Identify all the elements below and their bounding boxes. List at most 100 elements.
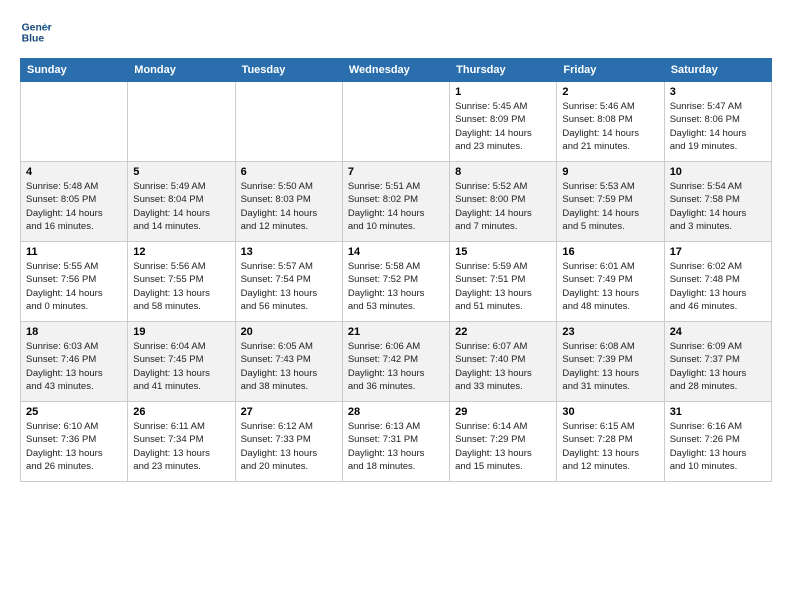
- day-info: Sunrise: 5:54 AM Sunset: 7:58 PM Dayligh…: [670, 180, 766, 233]
- day-number: 24: [670, 326, 766, 338]
- calendar-week-2: 4 Sunrise: 5:48 AM Sunset: 8:05 PM Daylig…: [21, 162, 772, 242]
- day-number: 8: [455, 166, 551, 178]
- calendar-cell: 4 Sunrise: 5:48 AM Sunset: 8:05 PM Daylig…: [21, 162, 128, 242]
- day-number: 21: [348, 326, 444, 338]
- day-info: Sunrise: 6:01 AM Sunset: 7:49 PM Dayligh…: [562, 260, 658, 313]
- calendar-cell: 7 Sunrise: 5:51 AM Sunset: 8:02 PM Daylig…: [342, 162, 449, 242]
- calendar-cell: 5Sunrise: 5:49 AM Sunset: 8:04 PM Daylig…: [128, 162, 235, 242]
- day-info: Sunrise: 6:06 AM Sunset: 7:42 PM Dayligh…: [348, 340, 444, 393]
- day-number: 7: [348, 166, 444, 178]
- calendar-week-4: 18 Sunrise: 6:03 AM Sunset: 7:46 PM Dayli…: [21, 322, 772, 402]
- day-number: 27: [241, 406, 337, 418]
- calendar-cell: [235, 82, 342, 162]
- day-number: 22: [455, 326, 551, 338]
- header-day-saturday: Saturday: [664, 59, 771, 82]
- calendar-header-row: SundayMondayTuesdayWednesdayThursdayFrid…: [21, 59, 772, 82]
- header-day-friday: Friday: [557, 59, 664, 82]
- calendar-cell: 8 Sunrise: 5:52 AM Sunset: 8:00 PM Daylig…: [450, 162, 557, 242]
- day-number: 25: [26, 406, 122, 418]
- calendar-cell: [21, 82, 128, 162]
- page-header: General Blue: [20, 16, 772, 48]
- day-info: Sunrise: 5:48 AM Sunset: 8:05 PM Dayligh…: [26, 180, 122, 233]
- day-number: 19: [133, 326, 229, 338]
- calendar-cell: 11Sunrise: 5:55 AM Sunset: 7:56 PM Dayli…: [21, 242, 128, 322]
- calendar-cell: 13 Sunrise: 5:57 AM Sunset: 7:54 PM Dayli…: [235, 242, 342, 322]
- day-number: 1: [455, 86, 551, 98]
- day-info: Sunrise: 6:11 AM Sunset: 7:34 PM Dayligh…: [133, 420, 229, 473]
- calendar-cell: 23 Sunrise: 6:08 AM Sunset: 7:39 PM Dayli…: [557, 322, 664, 402]
- svg-text:Blue: Blue: [22, 34, 45, 45]
- header-day-tuesday: Tuesday: [235, 59, 342, 82]
- calendar-cell: 29 Sunrise: 6:14 AM Sunset: 7:29 PM Dayli…: [450, 402, 557, 482]
- day-info: Sunrise: 6:13 AM Sunset: 7:31 PM Dayligh…: [348, 420, 444, 473]
- day-number: 13: [241, 246, 337, 258]
- calendar-table: SundayMondayTuesdayWednesdayThursdayFrid…: [20, 58, 772, 482]
- calendar-cell: 31Sunrise: 6:16 AM Sunset: 7:26 PM Dayli…: [664, 402, 771, 482]
- logo-icon: General Blue: [20, 16, 52, 48]
- day-info: Sunrise: 5:51 AM Sunset: 8:02 PM Dayligh…: [348, 180, 444, 233]
- day-info: Sunrise: 5:50 AM Sunset: 8:03 PM Dayligh…: [241, 180, 337, 233]
- header-day-thursday: Thursday: [450, 59, 557, 82]
- day-info: Sunrise: 6:14 AM Sunset: 7:29 PM Dayligh…: [455, 420, 551, 473]
- day-number: 16: [562, 246, 658, 258]
- day-info: Sunrise: 6:15 AM Sunset: 7:28 PM Dayligh…: [562, 420, 658, 473]
- calendar-cell: 9 Sunrise: 5:53 AM Sunset: 7:59 PM Daylig…: [557, 162, 664, 242]
- day-number: 18: [26, 326, 122, 338]
- day-info: Sunrise: 5:57 AM Sunset: 7:54 PM Dayligh…: [241, 260, 337, 313]
- calendar-week-3: 11Sunrise: 5:55 AM Sunset: 7:56 PM Dayli…: [21, 242, 772, 322]
- calendar-cell: 24Sunrise: 6:09 AM Sunset: 7:37 PM Dayli…: [664, 322, 771, 402]
- calendar-cell: 18 Sunrise: 6:03 AM Sunset: 7:46 PM Dayli…: [21, 322, 128, 402]
- day-number: 23: [562, 326, 658, 338]
- day-info: Sunrise: 5:56 AM Sunset: 7:55 PM Dayligh…: [133, 260, 229, 313]
- day-info: Sunrise: 5:58 AM Sunset: 7:52 PM Dayligh…: [348, 260, 444, 313]
- day-info: Sunrise: 5:52 AM Sunset: 8:00 PM Dayligh…: [455, 180, 551, 233]
- calendar-cell: [128, 82, 235, 162]
- calendar-cell: 10 Sunrise: 5:54 AM Sunset: 7:58 PM Dayli…: [664, 162, 771, 242]
- calendar-cell: 17 Sunrise: 6:02 AM Sunset: 7:48 PM Dayli…: [664, 242, 771, 322]
- day-info: Sunrise: 5:53 AM Sunset: 7:59 PM Dayligh…: [562, 180, 658, 233]
- day-number: 5: [133, 166, 229, 178]
- calendar-cell: 3Sunrise: 5:47 AM Sunset: 8:06 PM Daylig…: [664, 82, 771, 162]
- calendar-cell: 25Sunrise: 6:10 AM Sunset: 7:36 PM Dayli…: [21, 402, 128, 482]
- day-number: 15: [455, 246, 551, 258]
- day-number: 9: [562, 166, 658, 178]
- calendar-cell: 14 Sunrise: 5:58 AM Sunset: 7:52 PM Dayli…: [342, 242, 449, 322]
- calendar-cell: 15 Sunrise: 5:59 AM Sunset: 7:51 PM Dayli…: [450, 242, 557, 322]
- calendar-cell: 21 Sunrise: 6:06 AM Sunset: 7:42 PM Dayli…: [342, 322, 449, 402]
- calendar-cell: 26 Sunrise: 6:11 AM Sunset: 7:34 PM Dayli…: [128, 402, 235, 482]
- day-info: Sunrise: 6:03 AM Sunset: 7:46 PM Dayligh…: [26, 340, 122, 393]
- day-number: 17: [670, 246, 766, 258]
- day-info: Sunrise: 6:05 AM Sunset: 7:43 PM Dayligh…: [241, 340, 337, 393]
- day-info: Sunrise: 6:07 AM Sunset: 7:40 PM Dayligh…: [455, 340, 551, 393]
- day-info: Sunrise: 6:02 AM Sunset: 7:48 PM Dayligh…: [670, 260, 766, 313]
- day-info: Sunrise: 5:46 AM Sunset: 8:08 PM Dayligh…: [562, 100, 658, 153]
- calendar-cell: 22 Sunrise: 6:07 AM Sunset: 7:40 PM Dayli…: [450, 322, 557, 402]
- day-info: Sunrise: 5:47 AM Sunset: 8:06 PM Dayligh…: [670, 100, 766, 153]
- header-day-wednesday: Wednesday: [342, 59, 449, 82]
- day-number: 6: [241, 166, 337, 178]
- day-number: 4: [26, 166, 122, 178]
- calendar-week-5: 25Sunrise: 6:10 AM Sunset: 7:36 PM Dayli…: [21, 402, 772, 482]
- calendar-cell: [342, 82, 449, 162]
- day-number: 30: [562, 406, 658, 418]
- day-number: 20: [241, 326, 337, 338]
- day-number: 12: [133, 246, 229, 258]
- day-number: 29: [455, 406, 551, 418]
- calendar-cell: 1 Sunrise: 5:45 AM Sunset: 8:09 PM Daylig…: [450, 82, 557, 162]
- day-info: Sunrise: 6:04 AM Sunset: 7:45 PM Dayligh…: [133, 340, 229, 393]
- day-info: Sunrise: 5:45 AM Sunset: 8:09 PM Dayligh…: [455, 100, 551, 153]
- day-number: 11: [26, 246, 122, 258]
- day-info: Sunrise: 6:12 AM Sunset: 7:33 PM Dayligh…: [241, 420, 337, 473]
- header-day-monday: Monday: [128, 59, 235, 82]
- day-number: 14: [348, 246, 444, 258]
- calendar-week-1: 1 Sunrise: 5:45 AM Sunset: 8:09 PM Daylig…: [21, 82, 772, 162]
- day-info: Sunrise: 6:16 AM Sunset: 7:26 PM Dayligh…: [670, 420, 766, 473]
- calendar-cell: 28Sunrise: 6:13 AM Sunset: 7:31 PM Dayli…: [342, 402, 449, 482]
- day-number: 10: [670, 166, 766, 178]
- day-info: Sunrise: 6:08 AM Sunset: 7:39 PM Dayligh…: [562, 340, 658, 393]
- day-number: 26: [133, 406, 229, 418]
- calendar-cell: 2Sunrise: 5:46 AM Sunset: 8:08 PM Daylig…: [557, 82, 664, 162]
- calendar-cell: 30 Sunrise: 6:15 AM Sunset: 7:28 PM Dayli…: [557, 402, 664, 482]
- day-info: Sunrise: 5:59 AM Sunset: 7:51 PM Dayligh…: [455, 260, 551, 313]
- calendar-cell: 12 Sunrise: 5:56 AM Sunset: 7:55 PM Dayli…: [128, 242, 235, 322]
